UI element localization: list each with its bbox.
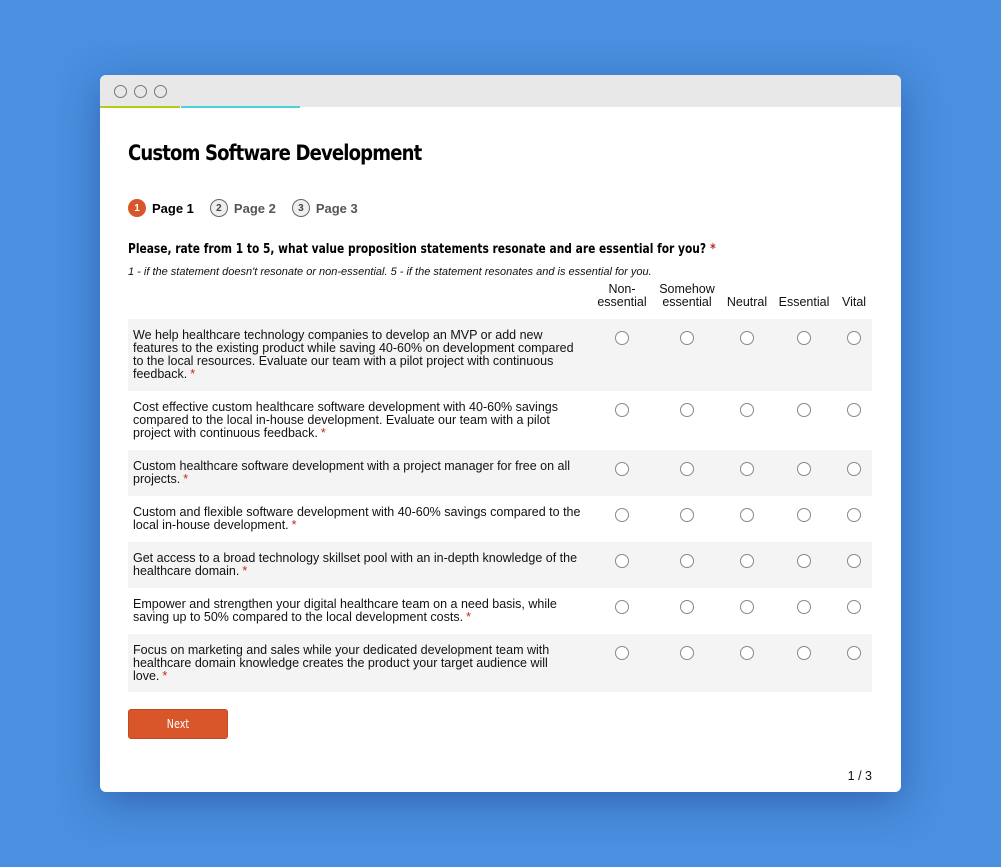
rating-radio-4[interactable] — [797, 403, 811, 417]
column-header-label: Somehow essential — [659, 282, 715, 309]
column-header: Vital — [842, 283, 866, 309]
column-header-label: Neutral — [726, 295, 768, 309]
browser-window: Custom Software Development 1 Page 1 2 Page… — [100, 75, 901, 792]
question-text: Please, rate from 1 to 5, what value pro… — [128, 242, 707, 257]
statement-text: Cost effective custom healthcare softwar… — [133, 401, 583, 440]
rating-radio-3[interactable] — [740, 403, 754, 417]
statement-label: Focus on marketing and sales while your … — [133, 643, 550, 683]
statement-label: Get access to a broad technology skillse… — [133, 551, 578, 578]
column-header-label: Vital — [841, 295, 867, 309]
required-mark: * — [710, 242, 716, 257]
rating-radio-1[interactable] — [615, 554, 629, 568]
rating-radio-4[interactable] — [797, 554, 811, 568]
page-label: Page 2 — [233, 200, 276, 216]
rating-radio-2[interactable] — [680, 646, 694, 660]
rating-radio-2[interactable] — [680, 600, 694, 614]
rating-radio-1[interactable] — [615, 600, 629, 614]
page-tab-1[interactable]: 1 Page 1 — [128, 199, 194, 217]
rating-radio-3[interactable] — [740, 646, 754, 660]
rating-radio-2[interactable] — [680, 554, 694, 568]
matrix-row: Get access to a broad technology skillse… — [128, 542, 872, 588]
rating-radio-1[interactable] — [615, 331, 629, 345]
statement-text: Custom healthcare software development w… — [133, 460, 583, 486]
rating-radio-1[interactable] — [615, 462, 629, 476]
required-mark: * — [320, 426, 326, 440]
required-mark: * — [291, 518, 297, 532]
rating-radio-1[interactable] — [615, 403, 629, 417]
required-mark: * — [466, 610, 471, 624]
required-mark: * — [183, 472, 189, 486]
rating-radio-4[interactable] — [797, 462, 811, 476]
column-header: Somehow essential — [659, 283, 715, 309]
maximize-window-button[interactable] — [154, 85, 167, 98]
next-button-label: Next — [166, 717, 190, 731]
rating-radio-3[interactable] — [740, 508, 754, 522]
statement-label: Custom healthcare software development w… — [133, 459, 571, 486]
required-mark: * — [190, 367, 196, 381]
progress-bar-segment — [100, 106, 180, 108]
column-header: Non- essential — [597, 283, 646, 309]
statement-text: Get access to a broad technology skillse… — [133, 552, 583, 578]
column-header-label: Essential — [778, 295, 830, 309]
question-title: Please, rate from 1 to 5, what value pro… — [128, 242, 716, 257]
page-navigation: 1 Page 1 2 Page 2 3 Page 3 — [128, 199, 374, 217]
rating-radio-5[interactable] — [847, 331, 861, 345]
statement-text: Focus on marketing and sales while your … — [133, 644, 583, 683]
rating-radio-5[interactable] — [847, 508, 861, 522]
page-label: Page 3 — [315, 200, 358, 216]
column-header-label: Non- essential — [597, 282, 647, 309]
statement-label: Custom and flexible software development… — [133, 505, 581, 532]
rating-radio-5[interactable] — [847, 462, 861, 476]
rating-radio-4[interactable] — [797, 508, 811, 522]
rating-radio-2[interactable] — [680, 331, 694, 345]
rating-radio-2[interactable] — [680, 403, 694, 417]
next-button[interactable]: Next — [128, 709, 228, 739]
column-header: Neutral — [727, 283, 767, 309]
statement-text: Empower and strengthen your digital heal… — [133, 598, 583, 624]
statement-text: Custom and flexible software development… — [133, 506, 583, 532]
rating-radio-1[interactable] — [615, 508, 629, 522]
rating-radio-3[interactable] — [740, 554, 754, 568]
rating-radio-2[interactable] — [680, 462, 694, 476]
page-number-badge: 1 — [128, 199, 146, 217]
matrix-row: Custom and flexible software development… — [128, 496, 872, 542]
rating-radio-1[interactable] — [615, 646, 629, 660]
required-mark: * — [162, 669, 168, 683]
rating-radio-3[interactable] — [740, 331, 754, 345]
page-number-badge: 3 — [291, 199, 310, 217]
matrix-row: Empower and strengthen your digital heal… — [128, 588, 872, 634]
rating-radio-4[interactable] — [797, 331, 811, 345]
matrix-row: Custom healthcare software development w… — [128, 450, 872, 496]
title-bar — [100, 75, 901, 108]
rating-radio-5[interactable] — [847, 403, 861, 417]
column-header: Essential — [779, 283, 830, 309]
question-description: 1 - if the statement doesn't resonate or… — [128, 266, 652, 278]
rating-radio-2[interactable] — [680, 508, 694, 522]
page-number-badge: 2 — [209, 199, 228, 217]
matrix-row: Focus on marketing and sales while your … — [128, 634, 872, 692]
page-tab-2[interactable]: 2 Page 2 — [209, 199, 276, 217]
statement-text: We help healthcare technology companies … — [133, 329, 583, 381]
rating-radio-5[interactable] — [847, 554, 861, 568]
rating-radio-3[interactable] — [740, 600, 754, 614]
page-tab-3[interactable]: 3 Page 3 — [291, 199, 358, 217]
statement-label: Empower and strengthen your digital heal… — [133, 597, 557, 624]
rating-radio-3[interactable] — [740, 462, 754, 476]
rating-radio-5[interactable] — [847, 646, 861, 660]
progress-bar-segment — [181, 106, 300, 108]
close-window-button[interactable] — [114, 85, 127, 98]
rating-radio-5[interactable] — [847, 600, 861, 614]
required-mark: * — [242, 564, 248, 578]
minimize-window-button[interactable] — [134, 85, 147, 98]
matrix-row: We help healthcare technology companies … — [128, 319, 872, 391]
rating-radio-4[interactable] — [797, 600, 811, 614]
matrix-row: Cost effective custom healthcare softwar… — [128, 391, 872, 450]
statement-label: We help healthcare technology companies … — [133, 328, 574, 381]
rating-radio-4[interactable] — [797, 646, 811, 660]
survey-title: Custom Software Development — [128, 141, 422, 165]
statement-label: Cost effective custom healthcare softwar… — [133, 400, 558, 440]
page-label: Page 1 — [152, 200, 194, 216]
page-indicator: 1 / 3 — [847, 769, 872, 783]
